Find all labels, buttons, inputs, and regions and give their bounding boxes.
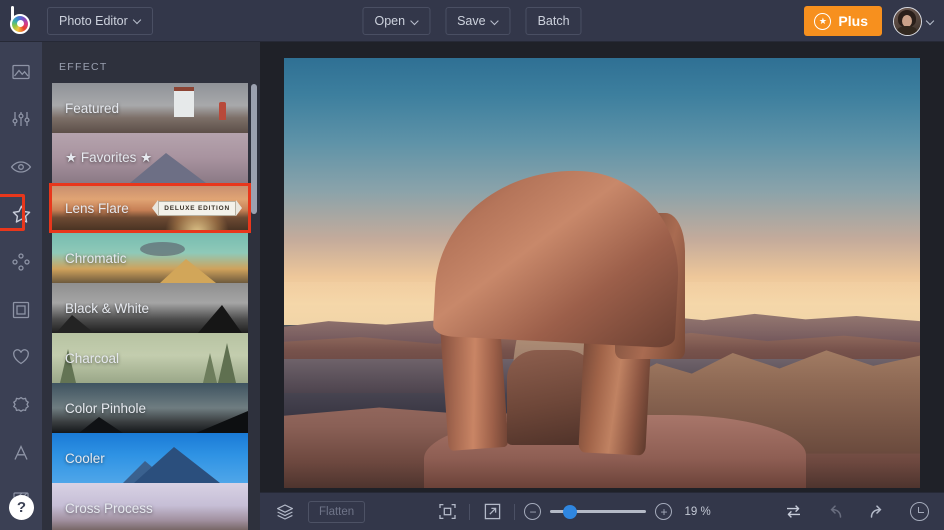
- rail-item-adjust[interactable]: [4, 102, 38, 138]
- effect-item-favorites[interactable]: ★ Favorites ★: [52, 133, 248, 183]
- account-menu[interactable]: [893, 6, 934, 36]
- effect-item-label: Cooler: [65, 450, 105, 466]
- app-menu-label: Photo Editor: [59, 13, 128, 28]
- effect-item-label: Featured: [65, 100, 120, 116]
- effect-panel-title: EFFECT: [59, 61, 108, 73]
- zoom-in-button[interactable]: +: [655, 503, 673, 520]
- chevron-down-icon: [927, 18, 934, 25]
- effect-item-label: Black & White: [65, 300, 150, 316]
- app-logo[interactable]: [0, 0, 42, 42]
- compare-swap-icon[interactable]: [780, 499, 806, 525]
- save-label: Save: [457, 14, 486, 28]
- chevron-down-icon: [411, 18, 418, 25]
- redo-icon[interactable]: [864, 499, 890, 525]
- zoom-slider-handle[interactable]: [562, 504, 577, 519]
- zoom-out-button[interactable]: −: [524, 503, 542, 520]
- app-menu-button[interactable]: Photo Editor: [47, 6, 153, 35]
- effect-item-lens-flare[interactable]: Lens Flare DELUXE EDITION: [49, 183, 251, 233]
- effect-item-featured[interactable]: Featured: [52, 83, 248, 133]
- open-label: Open: [374, 14, 406, 28]
- flatten-button[interactable]: Flatten: [308, 500, 366, 523]
- rail-item-frames[interactable]: [4, 292, 38, 328]
- rail-item-effect[interactable]: [0, 193, 38, 233]
- fullscreen-expand-icon[interactable]: [479, 499, 505, 525]
- chevron-down-icon: [134, 17, 141, 24]
- rail-item-favorites[interactable]: [4, 340, 38, 376]
- avatar: [893, 6, 922, 36]
- effect-item-label: Lens Flare: [65, 200, 129, 216]
- batch-label: Batch: [537, 14, 570, 28]
- photo-editor-app: Photo Editor Open Save Batch ★ Plus ? EF…: [0, 0, 944, 530]
- history-clock-icon[interactable]: [906, 499, 932, 525]
- effect-item-black-white[interactable]: Black & White: [52, 283, 248, 333]
- effect-item-color-pinhole[interactable]: Color Pinhole: [52, 383, 248, 433]
- layers-icon[interactable]: [272, 499, 298, 525]
- bottom-bar: Flatten − + 19 %: [260, 492, 944, 530]
- zoom-slider[interactable]: [550, 504, 647, 520]
- effect-item-label: Charcoal: [65, 350, 120, 366]
- zoom-controls: − +: [524, 503, 673, 520]
- chevron-down-icon: [492, 18, 499, 25]
- help-button[interactable]: ?: [9, 495, 34, 520]
- effect-item-chromatic[interactable]: Chromatic: [52, 233, 248, 283]
- star-badge-icon: ★: [814, 12, 832, 30]
- plus-label: Plus: [838, 13, 868, 29]
- rail-item-eye[interactable]: [4, 149, 38, 185]
- batch-button[interactable]: Batch: [525, 7, 582, 35]
- effect-item-cross-process[interactable]: Cross Process: [52, 483, 248, 530]
- canvas-photo[interactable]: [284, 58, 920, 488]
- rail-item-text[interactable]: [4, 435, 38, 471]
- rail-item-stickers[interactable]: [4, 387, 38, 423]
- save-button[interactable]: Save: [445, 7, 511, 35]
- rail-item-overlays[interactable]: [4, 244, 38, 280]
- top-bar: Photo Editor Open Save Batch ★ Plus: [0, 0, 944, 42]
- zoom-level-value: 19 %: [684, 505, 711, 518]
- open-button[interactable]: Open: [362, 7, 431, 35]
- deluxe-badge-label: DELUXE EDITION: [158, 200, 236, 216]
- effect-item-label: Cross Process: [65, 500, 153, 516]
- effect-item-charcoal[interactable]: Charcoal: [52, 333, 248, 383]
- effect-panel: EFFECT Featured ★ Favorites ★ Lens Flare DE…: [42, 42, 260, 530]
- fit-to-screen-icon[interactable]: [434, 499, 460, 525]
- canvas-area[interactable]: [260, 42, 944, 492]
- plus-upgrade-button[interactable]: ★ Plus: [804, 6, 882, 36]
- effect-item-label: ★ Favorites ★: [65, 150, 153, 165]
- file-actions-group: Open Save Batch: [362, 7, 582, 35]
- effect-list: Featured ★ Favorites ★ Lens Flare DELUXE ED…: [42, 83, 260, 530]
- account-group: ★ Plus: [804, 6, 934, 36]
- undo-icon[interactable]: [822, 499, 848, 525]
- effect-panel-scrollbar[interactable]: [251, 84, 257, 214]
- tool-rail: ?: [0, 42, 42, 530]
- deluxe-edition-badge: DELUXE EDITION: [152, 200, 242, 216]
- rail-item-image[interactable]: [4, 54, 38, 90]
- effect-item-label: Chromatic: [65, 250, 127, 266]
- effect-item-cooler[interactable]: Cooler: [52, 433, 248, 483]
- effect-item-label: Color Pinhole: [65, 400, 147, 416]
